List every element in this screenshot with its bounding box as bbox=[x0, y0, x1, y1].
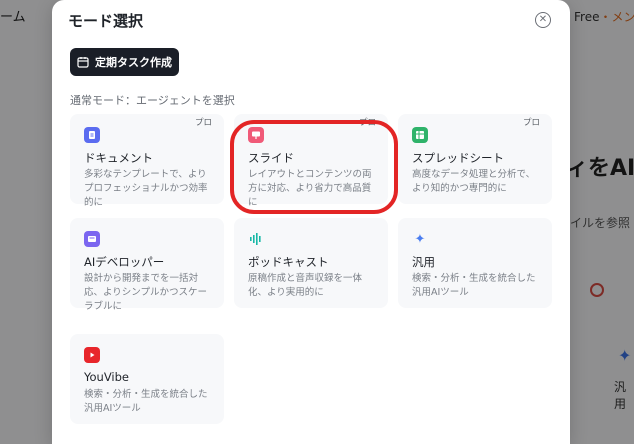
mode-card-slide[interactable]: プロ スライド レイアウトとコンテンツの両方に対応、より省力で高品質に bbox=[234, 114, 388, 208]
mode-card-description: レイアウトとコンテンツの両方に対応、より省力で高品質に bbox=[248, 169, 372, 208]
podcast-icon bbox=[248, 231, 264, 247]
modal-title: モード選択 bbox=[68, 12, 144, 30]
mode-card-description: 検索・分析・生成を統合した汎用AIツール bbox=[412, 273, 536, 298]
document-icon bbox=[84, 127, 100, 143]
pro-badge: プロ bbox=[522, 118, 540, 128]
mode-card-description: 原稿作成と音声収録を一体化、より実用的に bbox=[248, 273, 363, 298]
create-scheduled-task-button[interactable]: 定期タスク作成 bbox=[70, 48, 179, 76]
mode-card-description: 設計から開発までを一括対応、よりシンプルかつスケーラブルに bbox=[84, 273, 208, 312]
slide-icon bbox=[248, 127, 264, 143]
mode-card-name: AIデベロッパー bbox=[84, 255, 165, 269]
mode-card-document[interactable]: プロ ドキュメント 多彩なテンプレートで、よりプロフェッショナルかつ効率的に bbox=[70, 114, 224, 208]
mode-card-youvibe[interactable]: YouVibe 検索・分析・生成を統合した汎用AIツール bbox=[70, 334, 224, 424]
mode-card-description: 高度なデータ処理と分析で、より知的かつ専門的に bbox=[412, 169, 536, 194]
calendar-icon bbox=[77, 56, 89, 68]
mode-card-spreadsheet[interactable]: プロ スプレッドシート 高度なデータ処理と分析で、より知的かつ専門的に bbox=[398, 114, 552, 204]
mode-card-description: 検索・分析・生成を統合した汎用AIツール bbox=[84, 389, 208, 414]
mode-card-name: スプレッドシート bbox=[412, 151, 504, 165]
section-label: 通常モード：エージェントを選択 bbox=[70, 94, 235, 107]
mode-card-podcast[interactable]: ポッドキャスト 原稿作成と音声収録を一体化、より実用的に bbox=[234, 218, 388, 308]
mode-card-name: ポッドキャスト bbox=[248, 255, 329, 269]
close-button[interactable]: ✕ bbox=[535, 12, 551, 28]
mode-card-ai-developer[interactable]: AIデベロッパー 設計から開発までを一括対応、よりシンプルかつスケーラブルに bbox=[70, 218, 224, 312]
mode-card-name: YouVibe bbox=[84, 370, 130, 384]
developer-icon bbox=[84, 231, 100, 247]
mode-card-general[interactable]: ✦ 汎用 検索・分析・生成を統合した汎用AIツール bbox=[398, 218, 552, 308]
create-scheduled-task-label: 定期タスク作成 bbox=[95, 56, 172, 69]
close-icon: ✕ bbox=[538, 14, 548, 25]
sparkle-icon: ✦ bbox=[414, 231, 426, 247]
mode-card-description: 多彩なテンプレートで、よりプロフェッショナルかつ効率的に bbox=[84, 169, 208, 208]
spreadsheet-icon bbox=[412, 127, 428, 143]
mode-card-name: 汎用 bbox=[412, 255, 435, 269]
mode-card-name: ドキュメント bbox=[84, 151, 153, 165]
mode-card-name: スライド bbox=[248, 151, 294, 165]
mode-select-modal: モード選択 ✕ 定期タスク作成 通常モード：エージェントを選択 プロ ドキュメン… bbox=[52, 0, 570, 444]
pro-badge: プロ bbox=[358, 118, 376, 128]
youtube-icon bbox=[84, 347, 100, 363]
pro-badge: プロ bbox=[194, 118, 212, 128]
